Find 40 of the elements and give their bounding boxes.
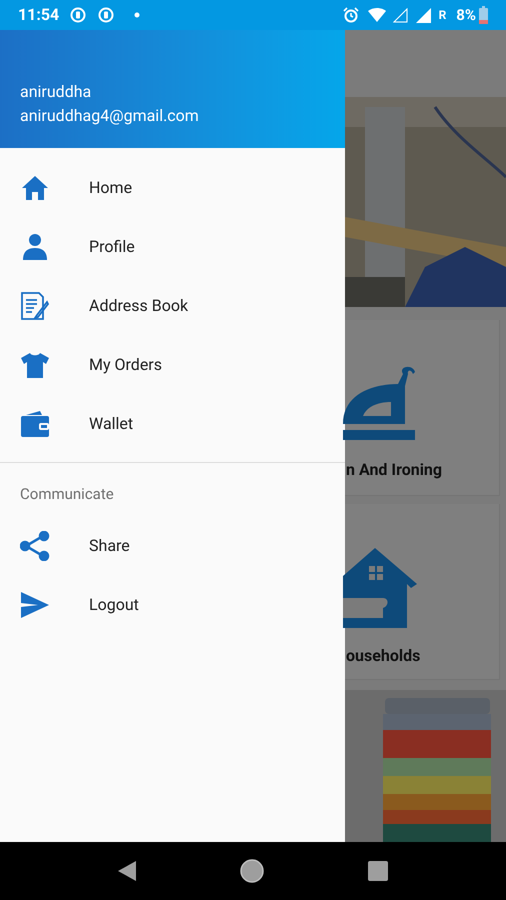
notification-icon [98,7,114,23]
status-time: 11:54 [18,4,60,26]
wifi-icon [368,8,386,22]
menu-item[interactable]: Address Book [0,276,345,335]
service-card-label: ouseholds [346,645,422,667]
dot-icon [134,12,140,18]
menu-item-label: My Orders [89,354,162,376]
menu-item-label: Logout [89,594,139,616]
notification-icon [70,7,86,23]
share-icon [20,531,50,561]
menu-item-label: Share [89,535,130,557]
menu-item[interactable]: My Orders [0,335,345,394]
section-title: Communicate [19,484,115,505]
service-card[interactable]: ouseholds [345,504,500,680]
menu-item-label: Profile [89,236,135,258]
menu-item[interactable]: Home [0,158,345,217]
signal-icon [392,8,408,22]
menu-item-label: Address Book [89,294,188,316]
user-name: aniruddha [20,81,92,103]
home-button-icon[interactable] [240,859,264,883]
person-icon [20,232,50,262]
menu-item[interactable]: Share [0,516,345,576]
service-card[interactable]: n And Ironing [345,320,500,496]
house-sofa-icon [343,548,418,630]
alarm-icon [342,7,359,23]
signal-icon [416,8,431,22]
send-icon [20,590,50,620]
back-icon[interactable] [118,861,136,881]
user-email: aniruddhag4@gmail.com [20,105,200,127]
menu-item[interactable]: Profile [0,217,345,276]
menu-item-label: Home [89,176,132,198]
battery-icon [479,6,488,24]
service-card-label: n And Ironing [346,459,444,481]
document-edit-icon [20,290,50,320]
menu-item[interactable]: Wallet [0,394,345,453]
network-type: R [438,7,446,24]
menu-item-label: Wallet [89,412,134,434]
battery-percent: 8% [456,4,476,26]
menu-item[interactable]: Logout [0,576,345,634]
wallet-icon [20,408,50,438]
